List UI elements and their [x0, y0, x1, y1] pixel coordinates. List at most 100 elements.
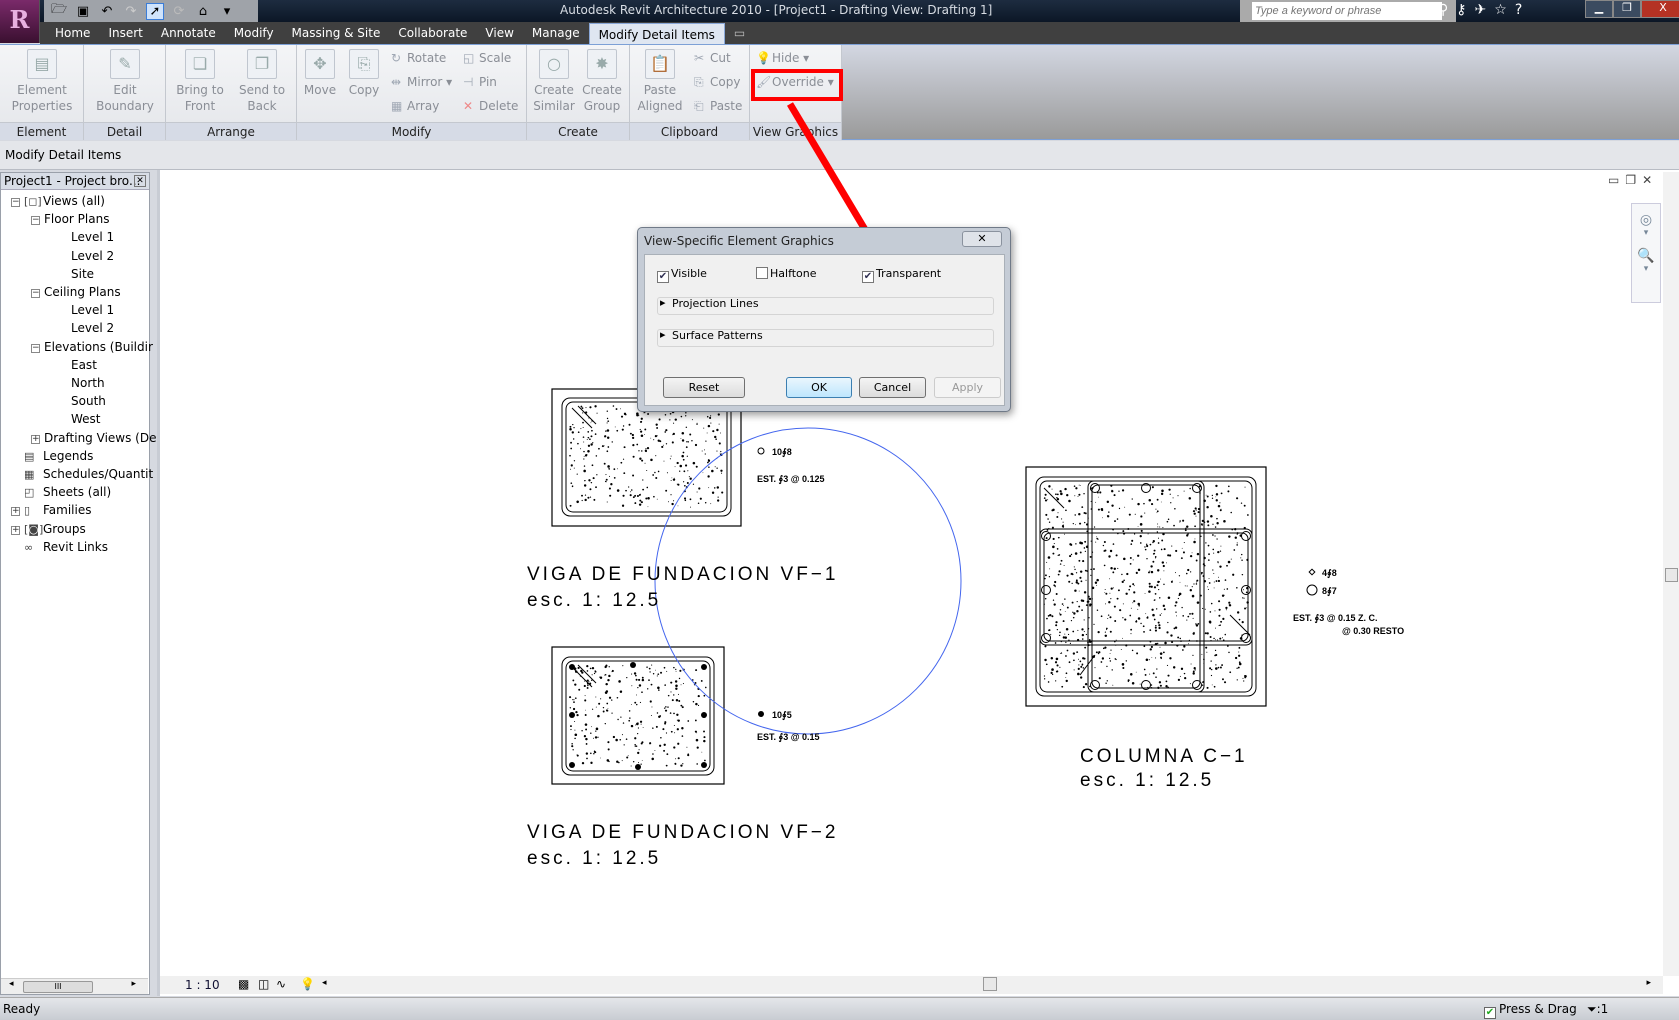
hide-button[interactable]: 💡Hide ▾	[756, 51, 809, 65]
tab-modify-detail-items[interactable]: Modify Detail Items	[588, 23, 725, 44]
visual-style-icon[interactable]: ◫	[258, 977, 269, 991]
checkbox-halftone[interactable]	[756, 267, 768, 279]
collapse-icon[interactable]: −	[31, 289, 40, 298]
tab-annotate[interactable]: Annotate	[152, 22, 225, 43]
reset-button[interactable]: Reset	[663, 377, 745, 398]
application-menu-button[interactable]: R	[0, 0, 40, 43]
browser-item[interactable]: − [◻]Views (all)	[11, 192, 105, 210]
satellite-icon[interactable]: ✈	[1475, 2, 1487, 18]
collapse-icon[interactable]: −	[11, 198, 20, 207]
edit-boundary-button[interactable]: ✎ Edit Boundary	[94, 49, 156, 114]
dialog-close-button[interactable]: ✕	[962, 231, 1002, 247]
tab-modify[interactable]: Modify	[225, 22, 283, 43]
browser-item[interactable]: ▦ Schedules/Quantit	[24, 465, 153, 483]
3d-view-icon[interactable]: ⌂	[194, 4, 212, 19]
expand-icon[interactable]: +	[31, 434, 40, 444]
create-similar-button[interactable]: ○ Create Similar	[531, 49, 577, 114]
send-to-back-button[interactable]: ❐ Send to Back	[234, 49, 290, 114]
browser-item[interactable]: East	[71, 356, 97, 374]
collapse-icon[interactable]: −	[31, 343, 40, 353]
minimize-button[interactable]: ▁	[1585, 0, 1613, 18]
close-browser-button[interactable]: ✕	[134, 175, 146, 187]
browser-item[interactable]: Level 2	[71, 319, 114, 337]
vertical-scrollbar[interactable]	[1663, 172, 1679, 976]
detail-level-icon[interactable]: ▩	[238, 977, 249, 991]
open-icon[interactable]: 🗁	[50, 0, 68, 22]
browser-item[interactable]: + ▯ Families	[11, 501, 91, 519]
ribbon-minimize-icon[interactable]: ▭	[725, 22, 754, 43]
visible-checkbox[interactable]: ✔ Visible	[657, 267, 707, 283]
tab-view[interactable]: View	[476, 22, 522, 43]
paste-aligned-button[interactable]: 📋 Paste Aligned	[634, 49, 686, 114]
selection-filter[interactable]: ⏷:1	[1587, 1002, 1608, 1017]
element-properties-button[interactable]: ▤ Element Properties	[6, 49, 78, 114]
restore-view-icon[interactable]: ❐	[1625, 173, 1636, 187]
browser-item[interactable]: + Drafting Views (De	[31, 429, 156, 447]
ok-button[interactable]: OK	[786, 377, 852, 398]
expand-icon[interactable]: +	[11, 525, 20, 535]
scroll-thumb[interactable]: III	[23, 981, 93, 993]
customize-dropdown-icon[interactable]: ▾	[218, 4, 236, 19]
tab-insert[interactable]: Insert	[99, 22, 151, 43]
browser-item[interactable]: Level 2	[71, 247, 114, 265]
sync-icon[interactable]: ⟳	[170, 4, 188, 19]
scroll-left-icon[interactable]: ◂	[322, 978, 327, 988]
delete-button[interactable]: ✕ Delete	[463, 99, 518, 113]
mirror-button[interactable]: ⇹ Mirror ▾	[391, 75, 452, 89]
browser-item[interactable]: North	[71, 374, 105, 392]
transparent-checkbox[interactable]: ✔ Transparent	[862, 267, 941, 283]
browser-item[interactable]: South	[71, 392, 106, 410]
tab-manage[interactable]: Manage	[523, 22, 589, 43]
browser-item[interactable]: ∞ Revit Links	[24, 538, 108, 556]
close-button[interactable]: X	[1641, 0, 1679, 18]
browser-item[interactable]: ▤ Legends	[24, 447, 93, 465]
horizontal-scroll-thumb[interactable]	[983, 977, 997, 991]
cut-button[interactable]: ✂ Cut	[694, 51, 731, 65]
checkbox-visible[interactable]: ✔	[657, 271, 669, 283]
projection-lines-group[interactable]: Projection Lines	[657, 297, 994, 315]
browser-item[interactable]: − Floor Plans	[31, 210, 109, 228]
reveal-hidden-icon[interactable]: 💡	[300, 977, 315, 991]
tab-massing-site[interactable]: Massing & Site	[283, 22, 390, 43]
key-icon[interactable]: ⚷	[1456, 2, 1466, 18]
close-view-icon[interactable]: ✕	[1642, 173, 1652, 187]
tab-collaborate[interactable]: Collaborate	[389, 22, 476, 43]
minimize-view-icon[interactable]: ▭	[1608, 173, 1619, 187]
browser-horizontal-scrollbar[interactable]: ◂ III ▸	[1, 978, 148, 994]
browser-item[interactable]: ◰ Sheets (all)	[24, 483, 111, 501]
favorites-star-icon[interactable]: ☆	[1494, 2, 1507, 18]
halftone-checkbox[interactable]: Halftone	[756, 267, 817, 280]
checkbox-transparent[interactable]: ✔	[862, 271, 874, 283]
tab-home[interactable]: Home	[46, 22, 99, 43]
scroll-thumb[interactable]	[1665, 568, 1678, 582]
save-icon[interactable]: ▣	[74, 4, 92, 19]
scroll-right-icon[interactable]: ▸	[1646, 978, 1651, 988]
move-button[interactable]: ✥ Move	[301, 49, 339, 98]
pin-button[interactable]: ⊣ Pin	[463, 75, 497, 89]
binoculars-icon[interactable]: ⚲	[1438, 2, 1448, 18]
collapse-icon[interactable]: −	[31, 216, 40, 226]
scroll-left-icon[interactable]: ◂	[9, 979, 14, 989]
expand-icon[interactable]: +	[11, 507, 20, 517]
surface-patterns-group[interactable]: Surface Patterns	[657, 329, 994, 347]
copy-button[interactable]: ⎘ Copy	[345, 49, 383, 98]
browser-item[interactable]: Level 1	[71, 301, 114, 319]
create-group-button[interactable]: ✸ Create Group	[579, 49, 625, 114]
browser-item[interactable]: + [◙]Groups	[11, 520, 86, 538]
browser-item[interactable]: Level 1	[71, 228, 114, 246]
view-scale[interactable]: 1 : 10	[185, 978, 220, 992]
browser-item[interactable]: Site	[71, 265, 94, 283]
array-button[interactable]: ▦ Array	[391, 99, 439, 113]
scroll-right-icon[interactable]: ▸	[131, 979, 136, 989]
column-section-c1[interactable]	[1025, 466, 1267, 707]
rotate-button[interactable]: ↻ Rotate	[391, 51, 446, 65]
scale-button[interactable]: ◱ Scale	[463, 51, 511, 65]
steering-wheel-icon[interactable]: ◎	[1632, 212, 1660, 228]
select-pointer-icon[interactable]: ➚	[146, 2, 164, 20]
paste-button[interactable]: ⎗ Paste	[694, 99, 742, 114]
press-drag-toggle[interactable]: ✔ Press & Drag	[1484, 1002, 1577, 1019]
bring-to-front-button[interactable]: ❏ Bring to Front	[172, 49, 228, 114]
browser-item[interactable]: − Elevations (Buildir	[31, 338, 153, 356]
browser-item[interactable]: West	[71, 410, 101, 428]
help-icon[interactable]: ?	[1515, 2, 1522, 18]
